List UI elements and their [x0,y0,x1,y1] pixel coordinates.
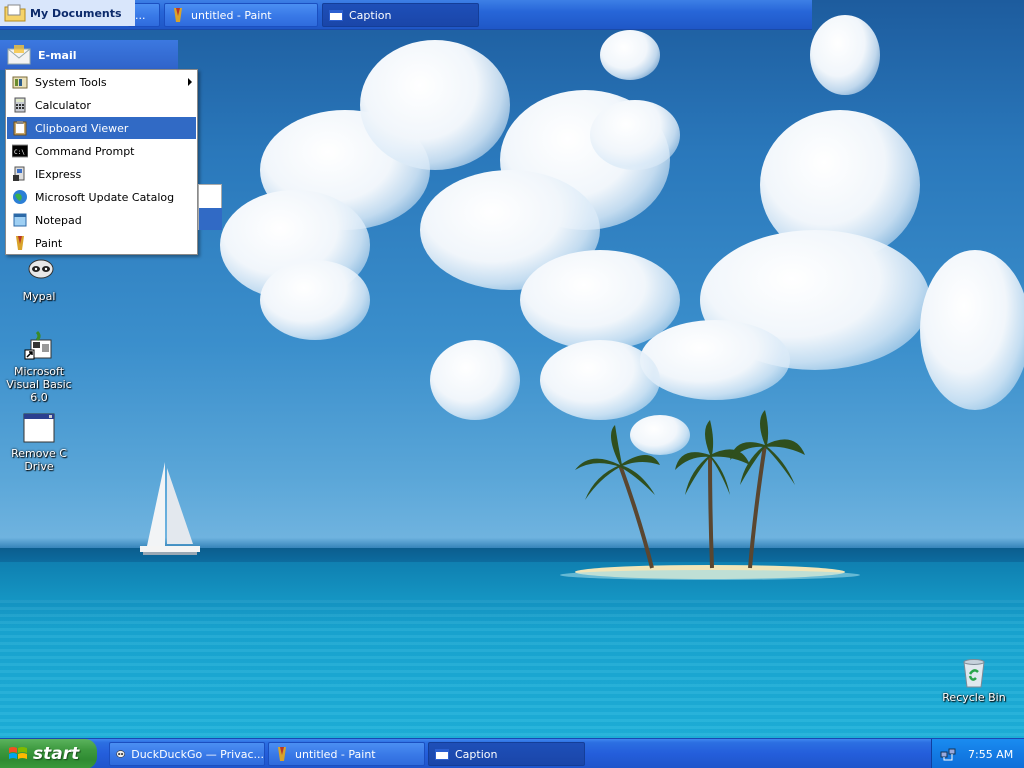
menu-item-label: System Tools [35,75,107,89]
cloud [920,250,1024,410]
chevron-right-icon [188,78,192,86]
paint-icon [278,747,286,761]
menu-item-clipboard-viewer[interactable]: Clipboard Viewer [7,117,196,139]
cloud [540,340,660,420]
window-icon [435,748,449,760]
cloud [600,30,660,80]
parent-menu-edge [198,184,222,230]
cloud [360,40,510,170]
menu-item-label: Command Prompt [35,144,135,158]
visual-basic-icon [23,330,55,362]
network-icon[interactable] [940,746,956,762]
task-button-paint[interactable]: untitled - Paint [268,742,425,766]
accessories-submenu: System Tools Calculator Clipboard Viewer… [5,69,198,255]
task-label: untitled - Paint [295,747,376,761]
top-task-button-caption[interactable]: Caption [322,3,479,27]
menu-item-label: Calculator [35,98,91,112]
desktop-icon-label: Recycle Bin [942,691,1006,704]
system-tray: 7:55 AM [931,739,1024,768]
sea [0,600,1024,740]
desktop-icon-mypal[interactable]: Mypal [0,255,78,303]
email-icon [7,45,31,65]
cloud [810,15,880,95]
desktop-icon-visual-basic[interactable]: Microsoft Visual Basic 6.0 [0,330,78,404]
task-button-caption[interactable]: Caption [428,742,585,766]
menu-item-paint[interactable]: Paint [7,232,196,254]
menu-item-label: Microsoft Update Catalog [35,190,175,204]
notepad-icon [12,212,28,228]
taskbar: start DuckDuckGo — Privac... untitled - … [0,738,1024,768]
system-tools-icon [12,74,28,90]
start-button[interactable]: start [0,739,97,768]
desktop-icon-label: Microsoft Visual Basic 6.0 [6,365,72,404]
my-documents-item[interactable]: My Documents [0,0,135,26]
command-prompt-icon: C:\ [11,143,29,159]
my-documents-label: My Documents [30,6,122,20]
top-task-label: Caption [349,8,392,22]
top-task-button-paint[interactable]: untitled - Paint [164,3,318,27]
folder-icon [4,4,26,22]
calculator-icon [12,97,28,113]
start-label: start [33,744,80,764]
mypal-raccoon-icon [23,255,55,287]
menu-item-notepad[interactable]: Notepad [7,209,196,231]
iexpress-icon [12,166,28,182]
menu-item-label: IExpress [35,167,82,181]
desktop-icon-label: Mypal [22,290,56,303]
cloud [260,260,370,340]
menu-item-calculator[interactable]: Calculator [7,94,196,116]
windows-logo-icon [9,747,27,759]
task-label: DuckDuckGo — Privac... [131,747,264,761]
palm-island [560,410,860,580]
globe-icon [12,189,28,205]
browser-icon [116,750,125,758]
cloud [430,340,520,420]
cloud [590,100,680,170]
menu-item-microsoft-update-catalog[interactable]: Microsoft Update Catalog [7,186,196,208]
start-menu: My Documents E-mail [0,0,178,70]
task-label: Caption [455,747,498,761]
menu-item-command-prompt[interactable]: C:\ Command Prompt [7,140,196,162]
clipboard-icon [12,120,28,136]
menu-item-label: Paint [35,236,63,250]
window-icon [23,412,55,444]
sailboat [140,462,200,555]
desktop-icon-recycle-bin[interactable]: Recycle Bin [935,656,1013,704]
clock[interactable]: 7:55 AM [968,748,1013,761]
menu-item-system-tools[interactable]: System Tools [7,71,196,93]
paint-icon [12,235,28,251]
email-item[interactable]: E-mail [0,40,178,70]
menu-item-label: Clipboard Viewer [35,121,129,135]
desktop-icon-remove-c-drive[interactable]: Remove C Drive [0,412,78,473]
svg-text:C:\: C:\ [14,149,25,156]
top-task-label: untitled - Paint [191,8,272,22]
desktop-icon-label: Remove C Drive [11,447,67,473]
cloud [640,320,790,400]
menu-item-label: Notepad [35,213,82,227]
recycle-bin-icon [958,656,990,688]
menu-item-iexpress[interactable]: IExpress [7,163,196,185]
task-button-browser[interactable]: DuckDuckGo — Privac... [109,742,265,766]
email-label: E-mail [38,48,77,62]
window-icon [329,9,343,21]
